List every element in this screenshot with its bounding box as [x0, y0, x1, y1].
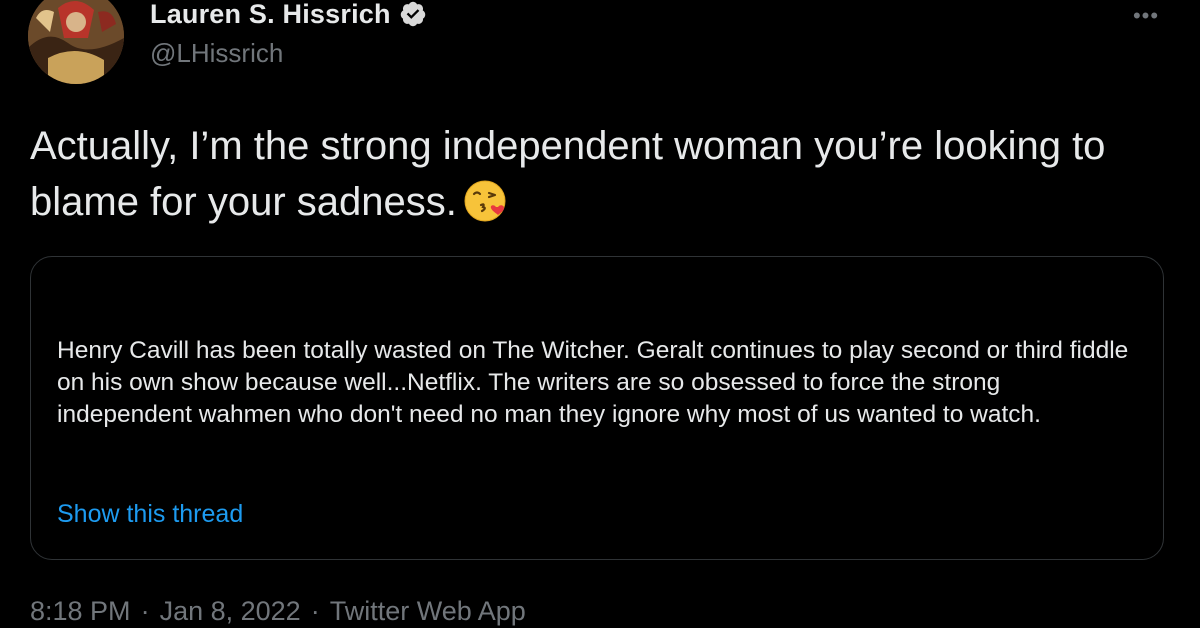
meta-separator: ·: [310, 596, 320, 626]
quoted-tweet-card[interactable]: Henry Cavill has been totally wasted on …: [30, 256, 1164, 560]
tweet: Lauren S. Hissrich @LHissrich ••• Actual…: [0, 0, 1200, 628]
author-name-row: Lauren S. Hissrich: [150, 0, 427, 34]
author-display-name[interactable]: Lauren S. Hissrich: [150, 0, 391, 30]
tweet-metadata: 8:18 PM · Jan 8, 2022 · Twitter Web App: [30, 596, 526, 627]
tweet-source[interactable]: Twitter Web App: [330, 596, 526, 627]
face-throwing-a-kiss-emoji-icon: [463, 179, 507, 223]
more-options-button[interactable]: •••: [1126, 3, 1166, 28]
meta-separator: ·: [140, 596, 150, 626]
verified-badge-icon: [399, 0, 427, 28]
ellipsis-icon: •••: [1132, 3, 1160, 28]
show-thread-link[interactable]: Show this thread: [57, 500, 243, 529]
quoted-tweet-text: Henry Cavill has been totally wasted on …: [57, 337, 1129, 428]
avatar-image: [28, 0, 124, 84]
tweet-date[interactable]: Jan 8, 2022: [160, 596, 301, 627]
tweet-time[interactable]: 8:18 PM: [30, 596, 131, 627]
tweet-text: Actually, I’m the strong independent wom…: [30, 118, 1150, 230]
tweet-body: Actually, I’m the strong independent wom…: [30, 124, 1106, 224]
author-handle[interactable]: @LHissrich: [150, 38, 283, 69]
profile-avatar[interactable]: [28, 0, 124, 84]
